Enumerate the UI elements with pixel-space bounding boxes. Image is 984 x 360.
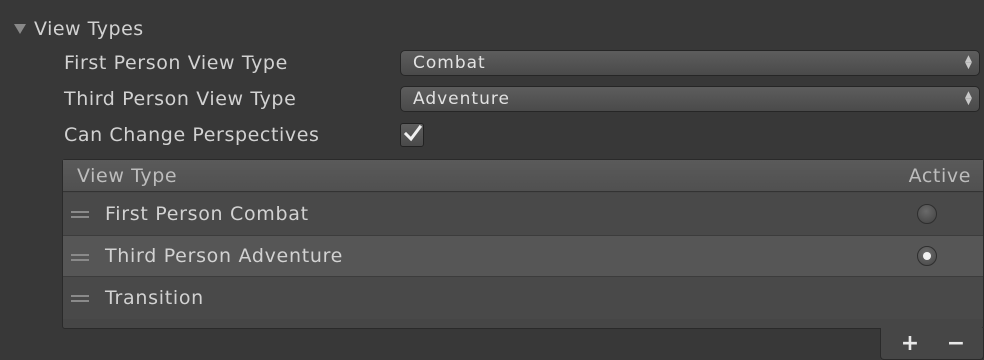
first-person-row: First Person View Type	[64, 48, 400, 78]
can-change-perspectives-checkbox[interactable]	[400, 123, 424, 147]
first-person-label: First Person View Type	[64, 52, 288, 74]
can-change-label: Can Change Perspectives	[64, 124, 320, 146]
first-person-value: Combat	[413, 53, 486, 73]
third-person-value: Adventure	[413, 89, 510, 109]
active-radio[interactable]	[917, 204, 937, 224]
up-down-arrows-icon: ▲ ▼	[965, 54, 973, 71]
list-item-name: First Person Combat	[105, 203, 309, 225]
view-type-list: View Type Active First Person Combat Thi…	[62, 159, 984, 329]
inspector-panel: View Types First Person View Type Combat…	[10, 10, 984, 360]
drag-handle-icon[interactable]	[71, 254, 89, 262]
third-person-label: Third Person View Type	[64, 88, 297, 110]
list-item[interactable]: Transition	[63, 277, 983, 319]
list-item-name: Transition	[105, 287, 204, 309]
up-down-arrows-icon: ▲ ▼	[965, 90, 973, 107]
drag-handle-icon[interactable]	[71, 211, 89, 219]
list-header: View Type Active	[63, 160, 983, 192]
triangle-down-icon[interactable]	[14, 24, 26, 34]
remove-button[interactable]: −	[939, 333, 973, 356]
active-column-header: Active	[908, 165, 971, 187]
view-type-column-header: View Type	[77, 165, 178, 187]
third-person-view-type-popup[interactable]: Adventure ▲ ▼	[400, 86, 980, 112]
active-radio[interactable]	[917, 246, 937, 266]
third-person-row: Third Person View Type	[64, 84, 400, 114]
first-person-view-type-popup[interactable]: Combat ▲ ▼	[400, 50, 980, 76]
checkmark-icon	[403, 124, 423, 142]
list-footer: + −	[880, 328, 984, 360]
can-change-row: Can Change Perspectives	[64, 120, 400, 150]
list-item-name: Third Person Adventure	[105, 245, 344, 267]
list-item[interactable]: First Person Combat	[63, 193, 983, 235]
foldout-label: View Types	[34, 18, 144, 40]
view-types-foldout[interactable]: View Types	[10, 16, 144, 42]
drag-handle-icon[interactable]	[71, 295, 89, 303]
list-item[interactable]: Third Person Adventure	[63, 235, 983, 277]
add-button[interactable]: +	[893, 333, 927, 356]
